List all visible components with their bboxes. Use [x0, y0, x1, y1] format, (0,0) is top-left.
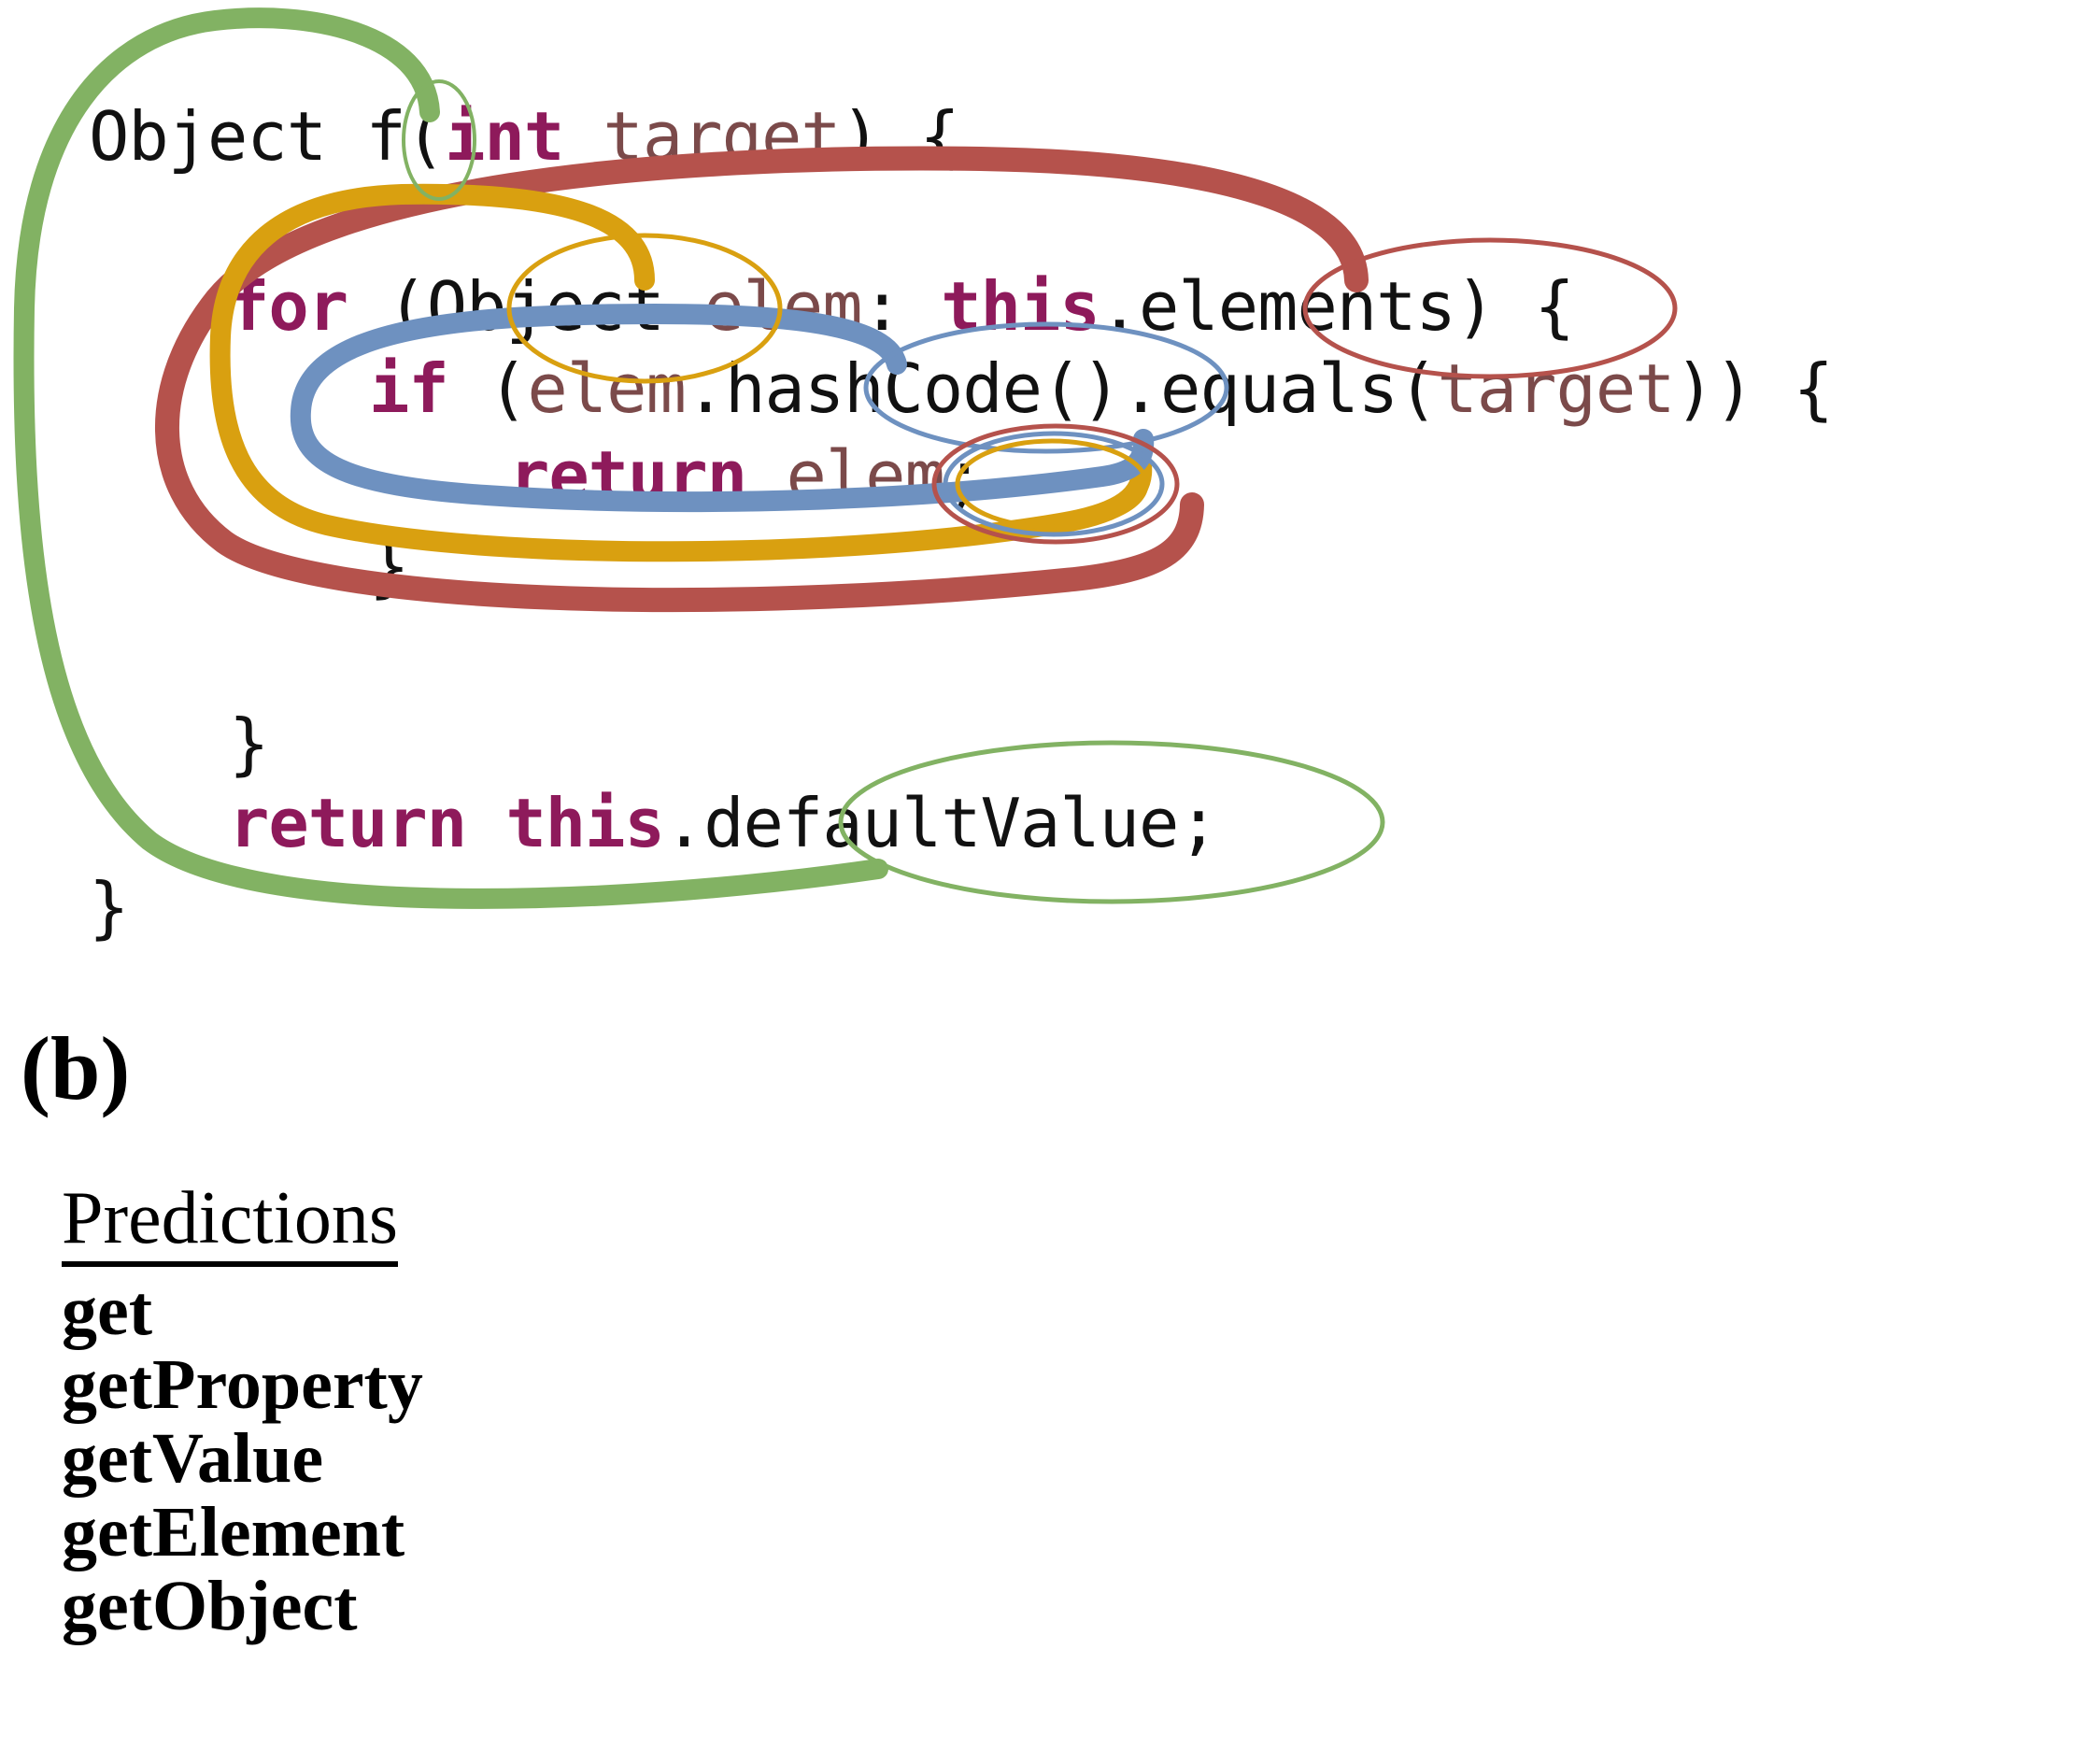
- prediction-item: getValue: [62, 1419, 324, 1499]
- arc-green: [13, 7, 888, 909]
- arc-orange: [209, 183, 1153, 562]
- code-token: for: [229, 267, 348, 346]
- code-token: ) {: [1454, 267, 1575, 346]
- code-token: :: [861, 267, 942, 346]
- code-line-signature: Object f(int target) {: [89, 103, 960, 170]
- ellipse-elements: [1302, 237, 1678, 379]
- ellipse-object: [506, 233, 783, 384]
- code-token: )) {: [1674, 349, 1834, 428]
- arc-blue: [290, 303, 1155, 513]
- code-token: Object: [89, 97, 366, 176]
- predictions-list: get getProperty getValue getElement getObjec…: [62, 1272, 423, 1646]
- figure-root: Object f(int target) { for (Object elem:…: [0, 0, 2100, 1763]
- code-token: return: [509, 436, 747, 515]
- predictions-block: Predictions get getProperty getValue getEle…: [62, 1179, 423, 1643]
- ellipse-hashcode: [863, 321, 1229, 454]
- code-token: ;: [944, 436, 985, 515]
- code-token: }: [229, 704, 269, 783]
- code-line-close-if: }: [369, 533, 409, 600]
- code-line-return-default: return this.defaultValue;: [229, 789, 1219, 857]
- code-token: (: [404, 97, 446, 176]
- code-line-if: if (elem.hashCode().equals(target)) {: [369, 355, 1834, 422]
- code-token: (: [1398, 349, 1438, 428]
- ellipse-elem-orange: [955, 438, 1149, 530]
- code-token: elem: [663, 267, 862, 346]
- code-token: (: [348, 267, 427, 346]
- prediction-item: getObject: [62, 1567, 358, 1646]
- ellipse-defaultvalue: [838, 740, 1385, 904]
- code-token: hashCode: [725, 349, 1043, 428]
- code-text-block: Object f(int target) { for (Object elem:…: [0, 0, 2100, 972]
- code-line-return-elem: return elem;: [509, 442, 985, 509]
- code-token: elem: [527, 349, 686, 428]
- code-token: return: [229, 784, 467, 862]
- code-token: int: [445, 97, 564, 176]
- prediction-item: getElement: [62, 1493, 405, 1572]
- code-token: .: [1099, 267, 1140, 346]
- code-line-for: for (Object elem: this.elements) {: [229, 273, 1575, 340]
- code-token: ().: [1041, 349, 1161, 428]
- code-token: if: [369, 349, 449, 428]
- prediction-item: getProperty: [62, 1345, 423, 1425]
- code-token: elements: [1139, 267, 1456, 346]
- code-panel: Object f(int target) { for (Object elem:…: [0, 0, 2100, 972]
- code-token: ;: [1178, 784, 1218, 862]
- code-token: this: [941, 267, 1100, 346]
- code-token: .: [663, 784, 704, 862]
- code-line-close-for: }: [229, 710, 269, 777]
- code-token: elem: [786, 436, 944, 515]
- attention-arc-layer: [13, 7, 1678, 909]
- ellipse-f: [402, 79, 476, 201]
- code-token: this: [505, 784, 664, 862]
- ellipse-elem-blue: [943, 431, 1165, 537]
- code-token: target: [1437, 349, 1675, 428]
- predictions-heading: Predictions: [62, 1179, 398, 1267]
- code-token: (: [447, 349, 528, 428]
- code-token: Object: [426, 267, 665, 346]
- code-token: equals: [1159, 349, 1398, 428]
- code-token: f: [365, 97, 405, 176]
- code-token: target: [563, 97, 842, 176]
- prediction-item: get: [62, 1272, 153, 1350]
- panel-label-b: (b): [21, 1018, 131, 1118]
- ellipse-elem-red: [931, 423, 1180, 545]
- code-token: }: [89, 868, 129, 946]
- code-token: }: [369, 527, 409, 605]
- code-token: ) {: [840, 97, 960, 176]
- code-token: .: [685, 349, 726, 428]
- arc-red: [155, 146, 1369, 613]
- code-line-close-method: }: [89, 874, 129, 941]
- code-token: defaultValue: [703, 784, 1179, 862]
